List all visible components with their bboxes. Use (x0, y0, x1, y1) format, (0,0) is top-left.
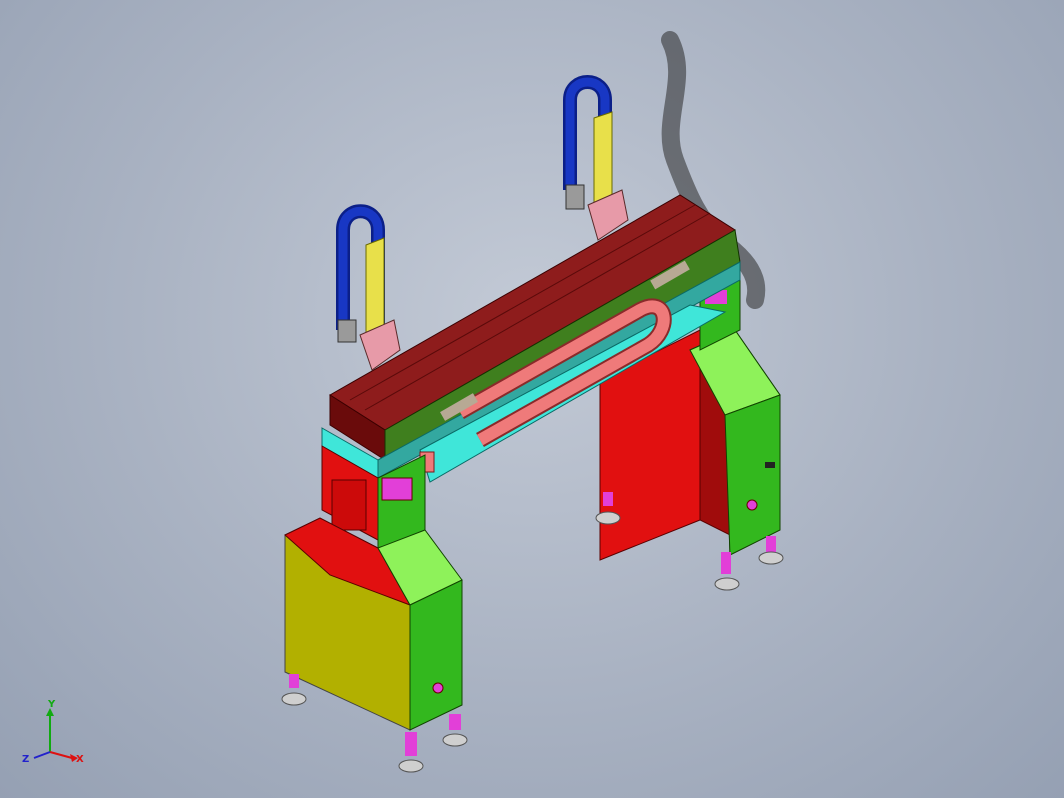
x-axis-label: X (76, 754, 84, 765)
right-handle-assembly (563, 75, 629, 241)
z-axis-label: Z (22, 754, 29, 765)
gantry-model[interactable] (0, 0, 1064, 798)
y-axis-label: Y (47, 700, 56, 710)
cad-3d-viewport[interactable]: Y X Z (0, 0, 1064, 798)
left-column (284, 445, 463, 731)
left-handle-assembly (336, 204, 401, 371)
coordinate-triad: Y X Z (22, 700, 84, 765)
